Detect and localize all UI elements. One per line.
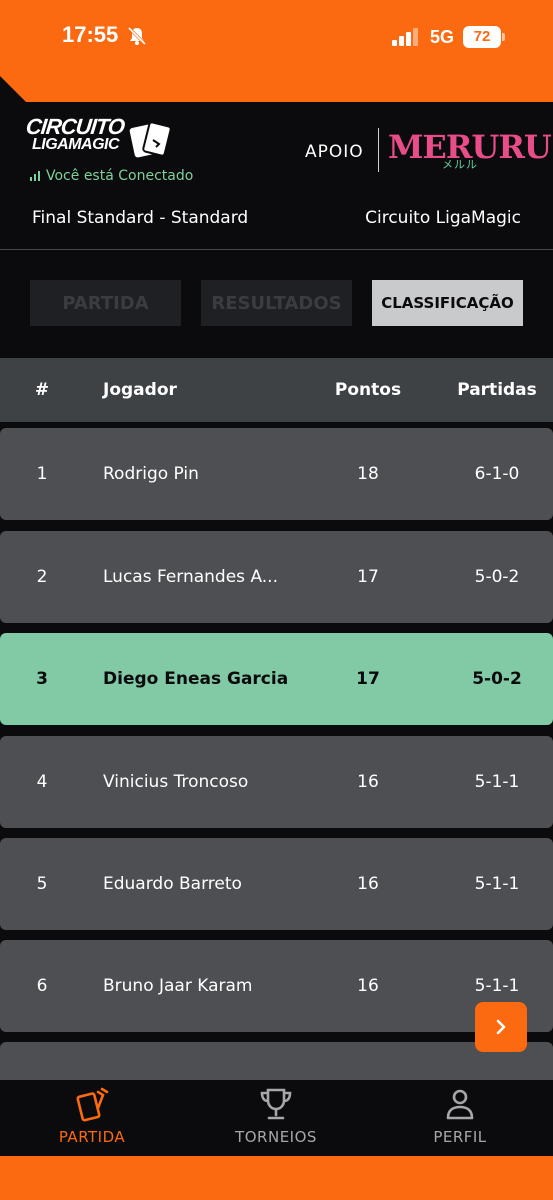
- row-points: 16: [357, 976, 379, 996]
- table-row-current-player[interactable]: 3 Diego Eneas Garcia 17 5-0-2: [0, 633, 553, 725]
- tab-bar: PARTIDA RESULTADOS CLASSIFICAÇÃO: [0, 250, 553, 358]
- row-record: 5-1-1: [474, 772, 520, 792]
- signal-icon: [392, 28, 418, 46]
- bell-muted-icon: [127, 26, 147, 46]
- row-player: [103, 1042, 323, 1080]
- event-name: Final Standard - Standard: [32, 208, 249, 228]
- row-player: Bruno Jaar Karam: [103, 976, 253, 996]
- row-record: 5-0-2: [474, 567, 520, 587]
- network-type: 5G: [430, 27, 455, 47]
- nav-perfil[interactable]: PERFIL: [368, 1080, 552, 1156]
- standings-list[interactable]: 1 Rodrigo Pin 18 6-1-0 2 Lucas Fernandes…: [0, 428, 553, 1080]
- battery-icon: 72: [463, 26, 505, 48]
- tab-partida[interactable]: PARTIDA: [30, 280, 181, 326]
- header-corner: [0, 76, 26, 102]
- row-player: Rodrigo Pin: [103, 464, 199, 484]
- row-points: [323, 1042, 413, 1080]
- row-record: 6-1-0: [474, 464, 520, 484]
- connection-status: Você está Conectado: [30, 168, 193, 184]
- status-time: 17:55: [62, 22, 119, 47]
- row-points: 18: [357, 464, 379, 484]
- tournament-header: CIRCUITO LIGAMAGIC Você está Conectado A…: [0, 102, 553, 250]
- table-row[interactable]: 2 Lucas Fernandes A... 17 5-0-2: [0, 531, 553, 623]
- row-points: 16: [357, 772, 379, 792]
- row-rank: 2: [36, 567, 48, 587]
- row-points: 17: [357, 567, 379, 587]
- circuit-name: Circuito LigaMagic: [365, 208, 521, 228]
- column-header-player: Jogador: [103, 380, 177, 400]
- table-row[interactable]: 4 Vinicius Troncoso 16 5-1-1: [0, 736, 553, 828]
- column-header-rank: #: [34, 380, 50, 400]
- sponsor-logo-subtitle: メルル: [442, 158, 478, 171]
- sponsor-label: APOIO: [305, 142, 364, 162]
- status-bar: 17:55 5G 72: [0, 0, 553, 102]
- column-header-matches: Partidas: [457, 380, 537, 400]
- table-row[interactable]: [0, 1042, 553, 1080]
- row-record: 5-0-2: [472, 669, 522, 689]
- row-player: Eduardo Barreto: [103, 874, 242, 894]
- column-header-points: Pontos: [334, 380, 402, 400]
- tab-classificacao[interactable]: CLASSIFICAÇÃO: [372, 280, 523, 326]
- sponsor-divider: [378, 128, 379, 172]
- row-player: Diego Eneas Garcia: [103, 669, 289, 689]
- row-player: Lucas Fernandes A...: [103, 567, 278, 587]
- trophy-icon: [260, 1088, 292, 1120]
- circuito-ligamagic-logo: CIRCUITO LIGAMAGIC: [25, 114, 172, 162]
- bottom-navigation: PARTIDA TORNEIOS PERFIL: [0, 1080, 553, 1156]
- connection-status-text: Você está Conectado: [46, 168, 194, 184]
- row-rank: 6: [36, 976, 48, 996]
- chevron-right-icon: [496, 1019, 506, 1035]
- row-rank: [0, 1042, 84, 1080]
- nav-partida-label: PARTIDA: [58, 1128, 126, 1146]
- connection-signal-icon: [30, 171, 40, 181]
- row-rank: 5: [36, 874, 48, 894]
- nav-torneios-label: TORNEIOS: [235, 1128, 317, 1146]
- row-rank: 4: [36, 772, 48, 792]
- cards-icon: [76, 1087, 109, 1122]
- row-points: 16: [357, 874, 379, 894]
- cards-logo-icon: [129, 121, 172, 158]
- row-points: 17: [356, 669, 380, 689]
- nav-torneios[interactable]: TORNEIOS: [184, 1080, 368, 1156]
- table-row[interactable]: 5 Eduardo Barreto 16 5-1-1: [0, 838, 553, 930]
- row-player: Vinicius Troncoso: [103, 772, 249, 792]
- row-rank: 3: [36, 669, 48, 689]
- table-row[interactable]: 1 Rodrigo Pin 18 6-1-0: [0, 428, 553, 520]
- next-page-button[interactable]: [475, 1002, 527, 1052]
- row-record: 5-1-1: [474, 874, 520, 894]
- tab-resultados[interactable]: RESULTADOS: [201, 280, 352, 326]
- standings-table-header: # Jogador Pontos Partidas: [0, 358, 553, 422]
- table-row[interactable]: 6 Bruno Jaar Karam 16 5-1-1: [0, 940, 553, 1032]
- nav-perfil-label: PERFIL: [433, 1128, 487, 1146]
- row-rank: 1: [36, 464, 48, 484]
- battery-level: 72: [473, 28, 491, 45]
- nav-partida[interactable]: PARTIDA: [0, 1080, 184, 1156]
- person-icon: [446, 1089, 474, 1120]
- bottom-safe-area: [0, 1156, 553, 1200]
